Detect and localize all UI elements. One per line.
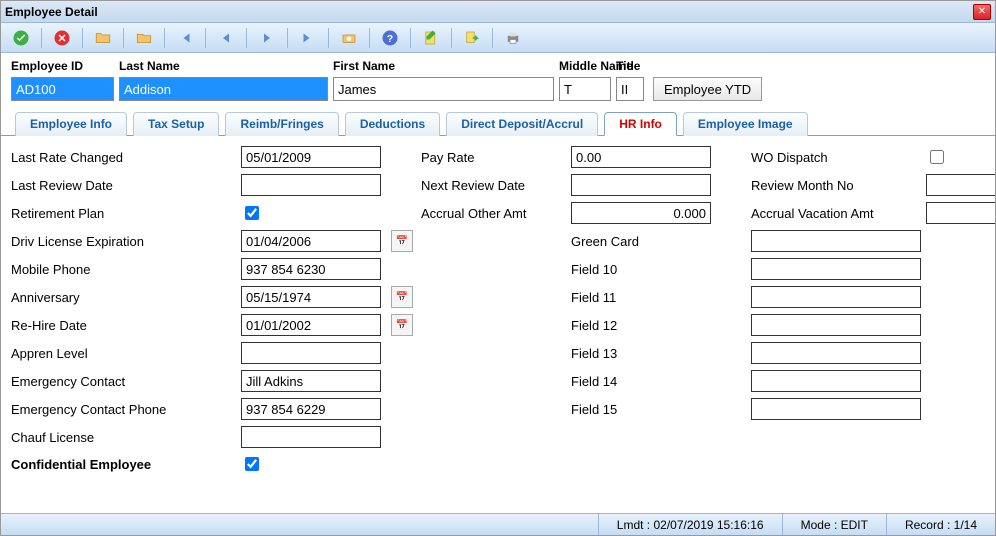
- label-last-name: Last Name: [119, 59, 333, 73]
- label-field-11: Field 11: [571, 290, 701, 305]
- field-10-input[interactable]: [751, 258, 921, 280]
- label-review-month-no: Review Month No: [751, 178, 926, 193]
- accrual-other-amt-input[interactable]: [571, 202, 711, 224]
- label-emergency-contact: Emergency Contact: [11, 374, 241, 389]
- label-green-card: Green Card: [571, 234, 701, 249]
- label-chauf-license: Chauf License: [11, 430, 241, 445]
- hr-info-form: Last Rate Changed Pay Rate WO Dispatch L…: [1, 136, 995, 513]
- label-confidential-employee: Confidential Employee: [11, 457, 241, 472]
- label-retirement-plan: Retirement Plan: [11, 206, 241, 221]
- label-middle-name: Middle Name: [559, 59, 616, 73]
- accrual-vacation-amt-input[interactable]: [926, 202, 995, 224]
- label-pay-rate: Pay Rate: [421, 150, 571, 165]
- label-field-13: Field 13: [571, 346, 701, 361]
- label-appren-level: Appren Level: [11, 346, 241, 361]
- nav-last-icon[interactable]: [296, 26, 320, 50]
- last-name-input[interactable]: [119, 77, 328, 101]
- anniversary-date-picker-icon[interactable]: 📅: [391, 286, 413, 308]
- driv-license-exp-input[interactable]: [241, 230, 381, 252]
- label-rehire-date: Re-Hire Date: [11, 318, 241, 333]
- next-review-date-input[interactable]: [571, 174, 711, 196]
- wo-dispatch-checkbox[interactable]: [930, 150, 944, 164]
- emergency-contact-input[interactable]: [241, 370, 381, 392]
- label-last-review-date: Last Review Date: [11, 178, 241, 193]
- label-driv-license-exp: Driv License Expiration: [11, 234, 241, 249]
- title-input[interactable]: [616, 77, 644, 101]
- employee-id-input[interactable]: [11, 77, 114, 101]
- confidential-employee-checkbox[interactable]: [245, 457, 259, 471]
- rehire-date-input[interactable]: [241, 314, 381, 336]
- label-accrual-other-amt: Accrual Other Amt: [421, 206, 571, 221]
- label-wo-dispatch: WO Dispatch: [751, 150, 926, 165]
- tab-hr-info[interactable]: HR Info: [604, 112, 677, 136]
- tab-employee-image[interactable]: Employee Image: [683, 112, 808, 136]
- window-title: Employee Detail: [5, 5, 98, 19]
- cancel-icon[interactable]: [50, 26, 74, 50]
- mobile-phone-input[interactable]: [241, 258, 381, 280]
- header-fields: Employee ID Last Name First Name Middle …: [1, 53, 995, 103]
- retirement-plan-checkbox[interactable]: [245, 206, 259, 220]
- tab-reimb-fringes[interactable]: Reimb/Fringes: [225, 112, 338, 136]
- tab-bar: Employee Info Tax Setup Reimb/Fringes De…: [1, 103, 995, 136]
- nav-next-icon[interactable]: [255, 26, 279, 50]
- label-field-10: Field 10: [571, 262, 701, 277]
- status-mode: Mode : EDIT: [782, 514, 886, 535]
- tab-tax-setup[interactable]: Tax Setup: [133, 112, 219, 136]
- employee-detail-window: Employee Detail ✕ ? Employee ID: [0, 0, 996, 536]
- status-bar: Lmdt : 02/07/2019 15:16:16 Mode : EDIT R…: [1, 513, 995, 535]
- export-icon[interactable]: [460, 26, 484, 50]
- last-rate-changed-input[interactable]: [241, 146, 381, 168]
- accept-icon[interactable]: [9, 26, 33, 50]
- status-lmdt: Lmdt : 02/07/2019 15:16:16: [598, 514, 782, 535]
- field-11-input[interactable]: [751, 286, 921, 308]
- label-mobile-phone: Mobile Phone: [11, 262, 241, 277]
- label-last-rate-changed: Last Rate Changed: [11, 150, 241, 165]
- tab-employee-info[interactable]: Employee Info: [15, 112, 127, 136]
- label-first-name: First Name: [333, 59, 559, 73]
- status-record: Record : 1/14: [886, 514, 995, 535]
- folder-open-icon[interactable]: [91, 26, 115, 50]
- label-anniversary: Anniversary: [11, 290, 241, 305]
- label-accrual-vacation-amt: Accrual Vacation Amt: [751, 206, 926, 221]
- titlebar: Employee Detail ✕: [1, 1, 995, 23]
- label-next-review-date: Next Review Date: [421, 178, 571, 193]
- label-field-12: Field 12: [571, 318, 701, 333]
- anniversary-input[interactable]: [241, 286, 381, 308]
- label-field-15: Field 15: [571, 402, 701, 417]
- label-field-14: Field 14: [571, 374, 701, 389]
- label-emergency-contact-phone: Emergency Contact Phone: [11, 402, 241, 417]
- edit-icon[interactable]: [419, 26, 443, 50]
- label-title: Title: [616, 59, 653, 73]
- rehire-date-picker-icon[interactable]: 📅: [391, 314, 413, 336]
- folder-icon[interactable]: [132, 26, 156, 50]
- close-button[interactable]: ✕: [973, 4, 991, 20]
- field-13-input[interactable]: [751, 342, 921, 364]
- tab-deductions[interactable]: Deductions: [345, 112, 440, 136]
- field-12-input[interactable]: [751, 314, 921, 336]
- middle-name-input[interactable]: [559, 77, 611, 101]
- emergency-contact-phone-input[interactable]: [241, 398, 381, 420]
- driv-date-picker-icon[interactable]: 📅: [391, 230, 413, 252]
- print-icon[interactable]: [501, 26, 525, 50]
- last-review-date-input[interactable]: [241, 174, 381, 196]
- camera-icon[interactable]: [337, 26, 361, 50]
- chauf-license-input[interactable]: [241, 426, 381, 448]
- appren-level-input[interactable]: [241, 342, 381, 364]
- svg-text:?: ?: [387, 32, 393, 44]
- first-name-input[interactable]: [333, 77, 554, 101]
- field-14-input[interactable]: [751, 370, 921, 392]
- help-icon[interactable]: ?: [378, 26, 402, 50]
- review-month-no-input[interactable]: [926, 174, 995, 196]
- field-15-input[interactable]: [751, 398, 921, 420]
- toolbar: ?: [1, 23, 995, 53]
- green-card-input[interactable]: [751, 230, 921, 252]
- pay-rate-input[interactable]: [571, 146, 711, 168]
- employee-ytd-button[interactable]: Employee YTD: [653, 77, 762, 101]
- nav-first-icon[interactable]: [173, 26, 197, 50]
- tab-direct-deposit[interactable]: Direct Deposit/Accrul: [446, 112, 598, 136]
- label-employee-id: Employee ID: [11, 59, 119, 73]
- nav-prev-icon[interactable]: [214, 26, 238, 50]
